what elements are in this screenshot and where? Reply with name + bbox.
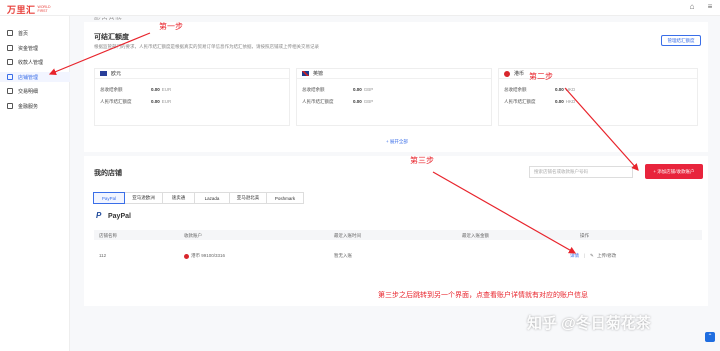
available-label: 总收结余额 (302, 87, 325, 92)
tab-amazon-eu[interactable]: 亚马逊欧洲 (124, 192, 163, 204)
hk-flag-icon (504, 70, 510, 77)
step1-annotation: 第一步 (159, 22, 183, 31)
sidebar-item-transactions[interactable]: 交易明细 (0, 86, 70, 96)
platform-tabs: PayPal 亚马逊欧洲 速卖通 Lazada 亚马逊北美 Poshmark (93, 192, 304, 204)
quota-card: 可结汇额度 根据监管部门的要求，人民币结汇额度是根据真实的贸易订单信息作为结汇依… (84, 22, 708, 152)
column-header: 操作 (580, 233, 589, 238)
quota-title: 可结汇额度 (94, 34, 129, 41)
store-name-cell: 112 (99, 253, 107, 258)
scroll-top-icon[interactable]: ⌃ (705, 332, 715, 342)
store-card: 我的店铺 搜索店铺名或收款账户号码 + 添加店铺/收款账户 PayPal 亚马逊… (84, 156, 708, 306)
store-search-input[interactable]: 搜索店铺名或收款账户号码 (529, 166, 633, 178)
rmb-quota-value: 0.00 GBP (353, 99, 374, 104)
currency-card-hkd: 港币 总收结余额 0.00 HKD 人民币结汇额度 0.00 HKD (498, 68, 698, 126)
quota-description: 根据监管部门的要求，人民币结汇额度是根据真实的贸易订单信息作为结汇依据，请按照店… (94, 44, 319, 49)
currency-name: 港币 (514, 71, 525, 77)
hk-flag-icon (184, 254, 189, 259)
sidebar-item-home[interactable]: 首页 (0, 28, 70, 38)
detail-link[interactable]: 详情 (570, 253, 579, 259)
sidebar-item-funds[interactable]: 资金管理 (0, 43, 70, 53)
column-header: 收款账户 (184, 233, 202, 238)
tab-paypal[interactable]: PayPal (93, 192, 125, 204)
last-time-cell: 暂无入账 (334, 253, 352, 258)
logo-subtext: WORLD FIRST (37, 5, 51, 13)
step2-annotation: 第二步 (529, 72, 553, 81)
divider-icon: | (584, 253, 586, 258)
finance-icon (7, 103, 13, 109)
column-header: 最近入账时间 (334, 233, 361, 238)
add-store-button[interactable]: + 添加店铺/收款账户 (645, 164, 703, 179)
list-icon (7, 88, 13, 94)
currency-name: 欧元 (111, 71, 122, 77)
tab-aliexpress[interactable]: 速卖通 (162, 192, 195, 204)
logo[interactable]: 万里汇 WORLD FIRST (7, 3, 60, 16)
home-icon (7, 30, 13, 36)
manage-quota-button[interactable]: 管理结汇额度 (661, 35, 701, 46)
rmb-quota-value: 0.00 HKD (555, 99, 576, 104)
paypal-icon: P (96, 211, 102, 220)
sidebar: 首页 资金管理 收款人管理 店铺管理 交易明细 金融服务 (0, 16, 70, 351)
cutoff-heading: 账户总览 (94, 16, 122, 20)
sidebar-item-label: 店铺管理 (18, 74, 39, 81)
account-cell: 港币 99100/3316 (191, 253, 226, 258)
available-value: 0.00 GBP (353, 87, 374, 92)
sidebar-item-label: 金融服务 (18, 103, 39, 110)
uk-flag-icon (302, 71, 309, 76)
currency-card-gbp: 英镑 总收结余额 0.00 GBP 人民币结汇额度 0.00 GBP (296, 68, 492, 126)
main-content: 账户总览 可结汇额度 根据监管部门的要求，人民币结汇额度是根据真实的贸易订单信息… (70, 16, 720, 351)
note-annotation: 第三步之后跳转到另一个界面，点查看账户详情就有对应的账户信息 (378, 292, 588, 299)
available-label: 总收结余额 (504, 87, 527, 92)
currency-card-eur: 欧元 总收结余额 0.00 EUR 人民币结汇额度 0.00 EUR (94, 68, 290, 126)
sidebar-item-payees[interactable]: 收款人管理 (0, 57, 70, 67)
sidebar-item-stores[interactable]: 店铺管理 (0, 72, 70, 82)
rmb-quota-label: 人民币结汇额度 (504, 99, 536, 104)
top-bar: 万里汇 WORLD FIRST ⌂ ≡ (0, 0, 720, 16)
sidebar-item-finance[interactable]: 金融服务 (0, 101, 70, 111)
upload-icon: ✎ (590, 253, 594, 258)
available-value: 0.00 HKD (555, 87, 576, 92)
wallet-icon (7, 45, 13, 51)
available-value: 0.00 EUR (151, 87, 172, 92)
expand-all-link[interactable]: + 展开全部 (386, 139, 408, 145)
upload-link[interactable]: 上传/修改 (597, 253, 616, 259)
available-label: 总收结余额 (100, 87, 123, 92)
sidebar-item-label: 首页 (18, 30, 29, 37)
step3-annotation: 第三步 (410, 156, 434, 165)
column-header: 店铺名称 (99, 233, 117, 238)
stores-title: 我的店铺 (94, 170, 122, 177)
rmb-quota-value: 0.00 EUR (151, 99, 172, 104)
sidebar-item-label: 资金管理 (18, 45, 39, 52)
logo-text: 万里汇 (7, 5, 36, 15)
tab-amazon-na[interactable]: 亚马逊北美 (229, 192, 267, 204)
platform-name: PayPal (108, 212, 131, 220)
menu-icon[interactable]: ≡ (706, 3, 714, 11)
currency-name: 英镑 (313, 71, 324, 77)
sidebar-item-label: 收款人管理 (18, 59, 44, 66)
watermark: 知乎 @冬日菊花茶 (527, 315, 651, 332)
rmb-quota-label: 人民币结汇额度 (302, 99, 334, 104)
sidebar-item-label: 交易明细 (18, 88, 39, 95)
stores-table-header: 店铺名称 收款账户 最近入账时间 最近入账金额 操作 (94, 230, 702, 240)
eu-flag-icon (100, 71, 107, 76)
gift-icon[interactable]: ⌂ (688, 3, 696, 11)
tab-lazada[interactable]: Lazada (194, 192, 230, 204)
user-icon (7, 59, 13, 65)
column-header: 最近入账金额 (462, 233, 489, 238)
rmb-quota-label: 人民币结汇额度 (100, 99, 132, 104)
tab-poshmark[interactable]: Poshmark (266, 192, 304, 204)
store-icon (7, 74, 13, 80)
platform-header: P PayPal (96, 212, 131, 220)
